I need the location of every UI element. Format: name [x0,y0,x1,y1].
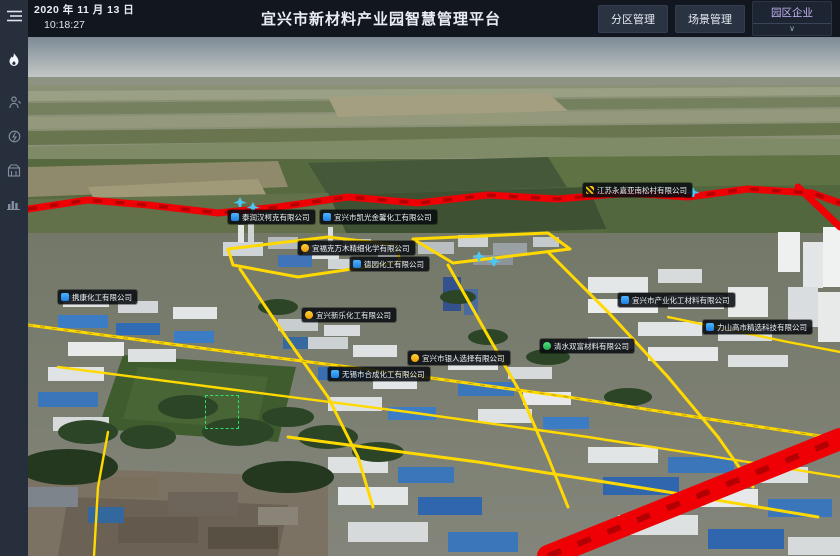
scene-manage-button[interactable]: 场景管理 [675,5,745,33]
park-enterprise-dropdown[interactable]: 园区企业 ∨ [752,1,832,36]
company-label[interactable]: 宜兴新乐化工有限公司 [302,308,396,322]
eco-icon [543,342,551,350]
company-label[interactable]: 江苏永嘉亚南松村有限公司 [583,183,692,197]
company-name: 宜兴新乐化工有限公司 [316,310,391,321]
factory-icon [353,260,361,268]
dropdown-label: 园区企业 [771,4,813,23]
company-name: 江苏永嘉亚南松村有限公司 [597,185,687,196]
energy-icon[interactable] [0,123,28,149]
factory-icon [331,370,339,378]
plane-marker[interactable] [472,251,486,261]
fire-monitor-icon[interactable] [0,47,28,73]
header-actions: 分区管理 场景管理 园区企业 ∨ [598,1,840,36]
selection-box [205,395,239,429]
plane-marker[interactable] [233,197,247,207]
company-label[interactable]: 泰润汉柯克有限公司 [228,210,315,224]
datetime-block: 2020 年 11 月 13 日 10:18:27 [28,5,204,31]
company-name: 宜福克万木精细化学有限公司 [312,243,410,254]
plane-marker[interactable] [487,256,501,266]
enterprise-icon[interactable] [0,157,28,183]
company-label[interactable]: 宜兴市产业化工材料有限公司 [618,293,735,307]
statistics-icon[interactable] [0,191,28,217]
warning-icon [586,186,594,194]
company-label[interactable]: 无锡市合成化工有限公司 [328,367,430,381]
smart-park-platform: 2020 年 11 月 13 日 10:18:27 宜兴市新材料产业园智慧管理平… [0,0,840,556]
company-label[interactable]: 力山高市精选科技有限公司 [703,320,812,334]
company-label[interactable]: 携康化工有限公司 [58,290,137,304]
alert-icon [301,244,309,252]
sidebar [0,0,28,556]
company-name: 携康化工有限公司 [72,292,132,303]
factory-icon [706,323,714,331]
alert-icon [305,311,313,319]
current-date: 2020 年 11 月 13 日 [34,5,204,17]
alert-icon [411,354,419,362]
zone-manage-button[interactable]: 分区管理 [598,5,668,33]
company-label[interactable]: 德园化工有限公司 [350,257,429,271]
company-name: 宜兴市银人选择有限公司 [422,353,505,364]
company-name: 清水双富材料有限公司 [554,341,629,352]
company-name: 宜兴市产业化工材料有限公司 [632,295,730,306]
factory-icon [621,296,629,304]
company-name: 无锡市合成化工有限公司 [342,369,425,380]
company-label[interactable]: 宜兴市银人选择有限公司 [408,351,510,365]
page-title: 宜兴市新材料产业园智慧管理平台 [204,8,598,29]
company-name: 德园化工有限公司 [364,259,424,270]
factory-icon [323,213,331,221]
factory-icon [61,293,69,301]
personnel-icon[interactable] [0,89,28,115]
company-name: 力山高市精选科技有限公司 [717,322,807,333]
company-label[interactable]: 宜福克万木精细化学有限公司 [298,241,415,255]
factory-icon [231,213,239,221]
company-label[interactable]: 宜兴市凯光金馨化工有限公司 [320,210,437,224]
company-label[interactable]: 清水双富材料有限公司 [540,339,634,353]
company-name: 宜兴市凯光金馨化工有限公司 [334,212,432,223]
menu-icon[interactable] [0,3,28,29]
current-time: 10:18:27 [34,20,204,32]
company-name: 泰润汉柯克有限公司 [242,212,310,223]
top-bar: 2020 年 11 月 13 日 10:18:27 宜兴市新材料产业园智慧管理平… [28,0,840,37]
chevron-down-icon: ∨ [789,24,795,34]
map-3d-canvas[interactable]: 携康化工有限公司 泰润汉柯克有限公司 宜兴市凯光金馨化工有限公司 宜福克万木精细… [28,37,840,556]
